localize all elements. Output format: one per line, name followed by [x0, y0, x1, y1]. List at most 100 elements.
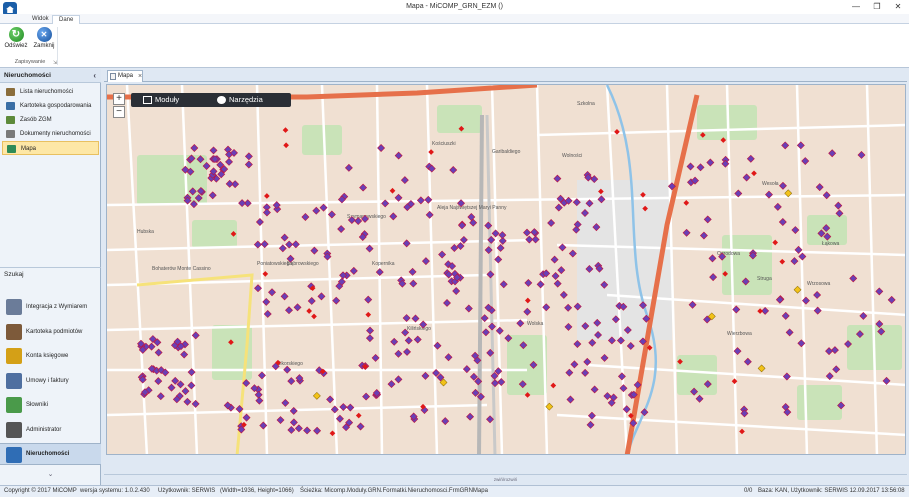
collapse-chevron-icon[interactable]: ‹ — [93, 71, 96, 80]
zoom-in-button[interactable]: + — [113, 93, 125, 105]
sidebar-overflow-chevron-icon[interactable]: ⌄ — [0, 466, 101, 484]
ribbon-divider — [57, 27, 58, 65]
document-icon — [6, 130, 15, 138]
minimize-icon[interactable]: — — [845, 0, 867, 14]
sidebar-item-label: Lista nieruchomości — [20, 89, 74, 95]
globe-icon — [217, 96, 226, 104]
folder-icon — [6, 102, 15, 110]
map-toolbar: Moduły Narzędzia — [131, 93, 291, 107]
street-label: Kopernika — [372, 261, 395, 267]
status-bar: Copyright © 2017 MiCOMP wersja systemu: … — [0, 485, 909, 497]
park-area — [192, 220, 237, 248]
module-umowy[interactable]: Umowy i faktury — [0, 369, 101, 394]
ribbon: Odśwież Zamknij Zapisywanie ⇲ — [0, 24, 909, 68]
tools-menu-button[interactable]: Narzędzia — [215, 93, 263, 107]
status-copyright: Copyright © 2017 MiCOMP — [4, 488, 77, 494]
close-icon — [36, 27, 52, 42]
tab-mapa[interactable]: Mapa × — [107, 70, 143, 82]
street-label: Wrzosowa — [807, 281, 830, 287]
park-area — [507, 335, 547, 395]
admin-icon — [6, 421, 22, 438]
park-area — [677, 355, 717, 395]
tab-dane[interactable]: Dane — [52, 15, 81, 24]
street-label: Garibaldiego — [492, 149, 521, 155]
street-label: Kościuszki — [432, 141, 456, 147]
street-label: Bohaterów Monte Cassino — [152, 266, 211, 272]
module-nieruchomosci[interactable]: Nieruchomości — [0, 443, 101, 465]
map-view[interactable]: Aleja Najświętszej Maryi PannySzymanowsk… — [106, 84, 906, 455]
navigation-sidebar: Nieruchomości ‹ Lista nieruchomości Kart… — [0, 69, 101, 485]
module-list: Integracja z Wymiarem Kartoteka podmiotó… — [0, 295, 101, 442]
module-konta[interactable]: Konta księgowe — [0, 344, 101, 369]
module-label: Umowy i faktury — [26, 377, 69, 384]
people-icon — [6, 323, 22, 340]
status-size: (Width=1936, Height=1066) — [220, 488, 294, 494]
status-path: Ścieżka: Micomp.Moduly.GRN.Formatki.Nier… — [300, 488, 488, 494]
restore-icon[interactable]: ❐ — [866, 0, 888, 14]
street-label: Wolska — [527, 321, 544, 327]
sidebar-item-label: Zasób ZGM — [20, 117, 52, 123]
close-window-icon[interactable]: ✕ — [887, 0, 909, 14]
title-bar: Mapa - MiCOMP_GRN_EZM () — ❐ ✕ — [0, 0, 909, 16]
status-count: 0/0 — [744, 488, 753, 494]
status-user: Użytkownik: SERWIS — [158, 488, 216, 494]
sidebar-item-label: Kartoteka gospodarowania — [20, 103, 92, 109]
sidebar-item-zasob[interactable]: Zasób ZGM — [2, 113, 99, 127]
ribbon-tabs: Widok Dane — [0, 14, 909, 24]
sidebar-item-label: Mapa — [21, 146, 37, 152]
map-background — [107, 85, 905, 454]
sidebar-item-dokumenty[interactable]: Dokumenty nieruchomości — [2, 127, 99, 141]
street-label: Aleja Najświętszej Maryi Panny — [437, 205, 507, 211]
accounts-icon — [6, 348, 22, 364]
map-canvas[interactable]: Aleja Najświętszej Maryi PannySzymanowsk… — [107, 85, 906, 455]
tools-menu-label: Narzędzia — [229, 95, 263, 104]
modules-menu-label: Moduły — [155, 95, 180, 104]
map-icon — [7, 145, 16, 153]
street-label: Hubska — [137, 229, 154, 235]
module-administrator[interactable]: Administrator — [0, 418, 101, 443]
status-base: Baza: KAN, Użytkownik: SERWIS 12.09.2017… — [758, 488, 905, 494]
search-section-label[interactable]: Szukaj — [0, 267, 101, 281]
module-label: Integracja z Wymiarem — [26, 304, 88, 310]
park-area — [722, 235, 772, 295]
sidebar-item-label: Dokumenty nieruchomości — [20, 131, 91, 137]
module-label: Nieruchomości — [26, 451, 70, 457]
dictionary-icon — [6, 397, 22, 413]
modules-menu-button[interactable]: Moduły — [141, 93, 179, 107]
street-label: Szkolna — [577, 101, 595, 107]
integration-icon — [6, 299, 22, 315]
zoom-out-button[interactable]: − — [113, 106, 125, 118]
close-button[interactable]: Zamknij — [30, 26, 58, 54]
database-icon — [6, 116, 15, 124]
park-area — [797, 385, 842, 420]
sidebar-item-lista[interactable]: Lista nieruchomości — [2, 85, 99, 99]
grid-icon — [143, 96, 152, 104]
refresh-label: Odśwież — [4, 43, 28, 49]
map-document-icon — [110, 73, 116, 80]
module-integracja[interactable]: Integracja z Wymiarem — [0, 295, 101, 320]
sidebar-item-kartoteka[interactable]: Kartoteka gospodarowania — [2, 99, 99, 113]
street-label: Dąbrowskiego — [287, 261, 319, 267]
street-label: Łąkowa — [822, 241, 839, 247]
street-label: Wierzbowa — [727, 331, 752, 337]
street-label: Sikorskiego — [277, 361, 303, 367]
status-version: wersja systemu: 1.0.2.430 — [80, 488, 150, 494]
tab-label: Mapa — [118, 73, 134, 79]
module-podmioty[interactable]: Kartoteka podmiotów — [0, 320, 101, 345]
close-label: Zamknij — [33, 43, 55, 49]
sidebar-item-mapa[interactable]: Mapa — [2, 141, 99, 155]
refresh-button[interactable]: Odśwież — [2, 26, 30, 54]
module-label: Konta księgowe — [26, 353, 69, 359]
street-label: Struga — [757, 276, 772, 282]
sidebar-header: Nieruchomości ‹ — [0, 69, 101, 83]
module-slowniki[interactable]: Słowniki — [0, 393, 101, 418]
refresh-icon — [8, 27, 24, 42]
module-label: Kartoteka podmiotów — [26, 328, 83, 335]
close-tab-icon[interactable]: × — [138, 71, 142, 82]
park-area — [302, 125, 342, 155]
list-icon — [6, 88, 15, 96]
window-title: Mapa - MiCOMP_GRN_EZM () — [406, 3, 503, 10]
panel-splitter[interactable]: zwiń/rozwiń — [104, 474, 907, 484]
tab-widok[interactable]: Widok — [26, 15, 55, 24]
sidebar-nav: Lista nieruchomości Kartoteka gospodarow… — [2, 85, 99, 155]
